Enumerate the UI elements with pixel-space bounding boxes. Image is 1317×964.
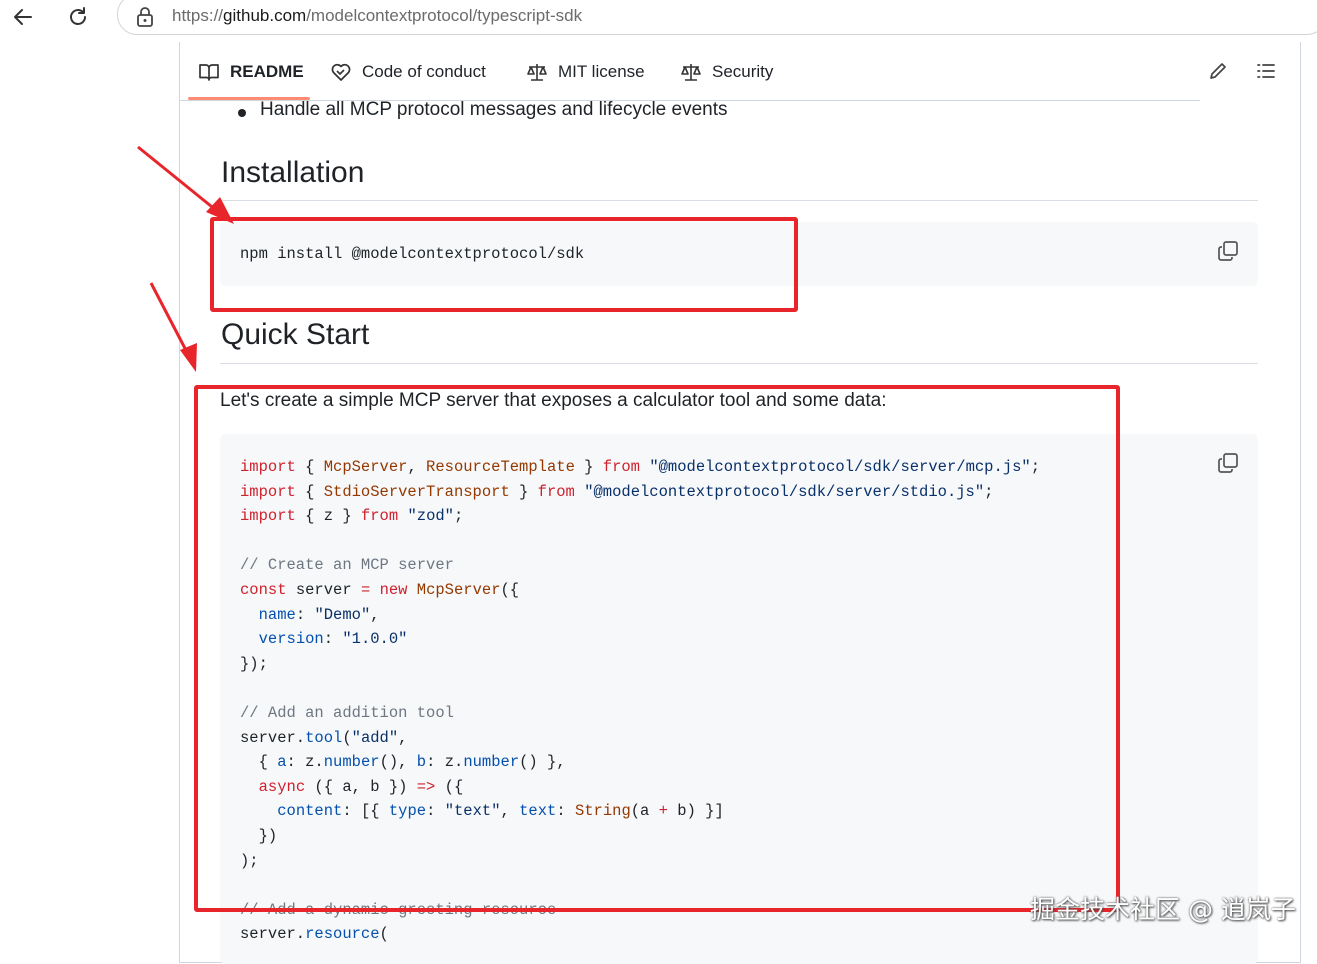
- heading-rule: [220, 200, 1258, 201]
- heading-rule: [220, 363, 1258, 364]
- copy-icon[interactable]: [1217, 240, 1239, 262]
- heart-handshake-icon: [331, 63, 351, 81]
- pencil-icon[interactable]: [1207, 60, 1229, 82]
- list-icon[interactable]: [1255, 60, 1277, 82]
- browser-toolbar: https://github.com/modelcontextprotocol/…: [0, 0, 1317, 38]
- reload-icon: [70, 7, 86, 25]
- law-icon: [527, 64, 547, 81]
- quickstart-heading: Quick Start: [221, 318, 370, 351]
- highlight-box-install: [210, 217, 798, 312]
- feature-bullet: Handle all MCP protocol messages and lif…: [260, 99, 728, 120]
- url-path: /modelcontextprotocol/typescript-sdk: [306, 6, 583, 25]
- bullet-marker: [238, 109, 246, 117]
- back-button[interactable]: [6, 2, 40, 32]
- arrow-left-icon: [14, 9, 32, 25]
- tab-code-of-conduct-label: Code of conduct: [362, 62, 486, 81]
- law-icon: [681, 64, 701, 81]
- url-host: github.com: [223, 6, 307, 25]
- reload-button[interactable]: [61, 2, 95, 32]
- tab-readme-label: README: [230, 62, 304, 81]
- tab-mit-license[interactable]: MIT license: [526, 58, 645, 86]
- watermark: 掘金技术社区 @ 逍岚子: [1030, 895, 1296, 924]
- copy-icon[interactable]: [1217, 452, 1239, 474]
- tab-mit-license-label: MIT license: [558, 62, 645, 81]
- tab-security-label: Security: [712, 62, 774, 81]
- highlight-box-quickstart: [194, 385, 1120, 912]
- book-icon: [199, 64, 219, 81]
- installation-heading: Installation: [221, 156, 365, 189]
- tab-security[interactable]: Security: [680, 58, 773, 86]
- lock-icon: [137, 7, 153, 27]
- code-line: server.resource(: [240, 925, 389, 944]
- tab-code-of-conduct[interactable]: Code of conduct: [330, 58, 486, 86]
- url-scheme: https://: [172, 6, 224, 25]
- url-text[interactable]: https://github.com/modelcontextprotocol/…: [172, 6, 582, 26]
- tab-readme[interactable]: README: [198, 58, 304, 86]
